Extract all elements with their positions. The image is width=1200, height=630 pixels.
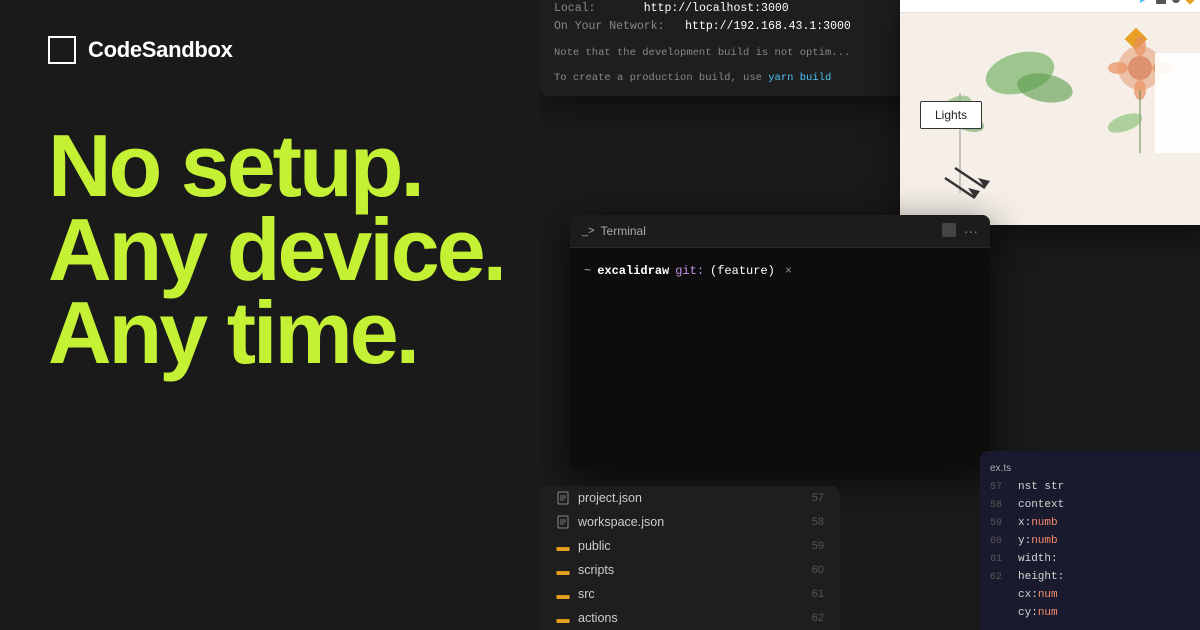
file-name: workspace.json — [578, 515, 664, 529]
terminal-body: ~ excalidraw git: (feature) × — [570, 248, 990, 468]
codesandbox-logo-icon — [48, 36, 76, 64]
stop-icon[interactable] — [1156, 0, 1166, 4]
dev-note2: To create a production build, use — [554, 72, 768, 84]
folder-icon: ▬ — [556, 587, 570, 601]
drawing-toolbar: → — [900, 0, 1200, 13]
logo-container: CodeSandbox — [48, 36, 552, 64]
brand-name: CodeSandbox — [88, 37, 233, 63]
terminal-expand-icon[interactable] — [942, 223, 956, 237]
prompt-git-label: git: — [675, 264, 704, 278]
prompt-dir: excalidraw — [597, 264, 669, 278]
network-url: http://192.168.43.1:3000 — [685, 20, 851, 33]
hero-line1: No setup. — [48, 124, 552, 208]
file-icon — [556, 491, 570, 505]
file-name: project.json — [578, 491, 642, 505]
folder-icon: ▬ — [556, 563, 570, 577]
dev-note1: Note that the development build is not o… — [554, 47, 850, 59]
folder-icon: ▬ — [556, 539, 570, 553]
folder-name: actions — [578, 611, 618, 625]
play-icon[interactable] — [1136, 0, 1150, 6]
code-line-61: 61 width: — [980, 550, 1200, 568]
code-line-58: 58 context — [980, 496, 1200, 514]
hero-text: No setup. Any device. Any time. — [48, 124, 552, 375]
right-section: Local: http://localhost:3000 On Your Net… — [540, 0, 1200, 630]
diamond-icon[interactable] — [1184, 0, 1195, 4]
terminal-window: _> Terminal ··· ~ excalidraw git: (featu… — [570, 215, 990, 468]
folder-name: scripts — [578, 563, 614, 577]
record-icon[interactable] — [1172, 0, 1180, 3]
code-line-62: 62 height: — [980, 568, 1200, 586]
code-line-cy: cy: num — [980, 604, 1200, 622]
drawing-app-window: → — [900, 0, 1200, 225]
terminal-title-text: Terminal — [601, 224, 646, 238]
file-explorer: project.json 57 workspace.json 58 ▬ publ… — [540, 486, 840, 630]
code-panel: ex.ts 57 nst str 58 context 59 x: numb 6… — [980, 451, 1200, 630]
network-label: On Your Network: — [554, 20, 664, 33]
local-label: Local: — [554, 2, 595, 15]
folder-item-actions[interactable]: ▬ actions 62 — [540, 606, 840, 630]
terminal-prompt-line: ~ excalidraw git: (feature) × — [584, 264, 976, 278]
terminal-title-bar: _> Terminal — [582, 224, 646, 238]
prompt-tilde: ~ — [584, 264, 591, 278]
terminal-titlebar: _> Terminal ··· — [570, 215, 990, 248]
folder-item-public[interactable]: ▬ public 59 — [540, 534, 840, 558]
code-line-59: 59 x: numb — [980, 514, 1200, 532]
folder-icon: ▬ — [556, 611, 570, 625]
folder-name: public — [578, 539, 611, 553]
terminal-controls: ··· — [942, 223, 978, 239]
code-line-60: 60 y: numb — [980, 532, 1200, 550]
file-icon — [556, 515, 570, 529]
lights-label: Lights — [920, 101, 982, 129]
folder-name: src — [578, 587, 595, 601]
toolbar-icons: → — [1136, 0, 1200, 6]
local-url: http://localhost:3000 — [644, 2, 789, 15]
terminal-more-icon[interactable]: ··· — [964, 223, 978, 239]
code-line-cx: cx: num — [980, 586, 1200, 604]
prompt-branch: (feature) — [710, 264, 775, 278]
file-item-project-json[interactable]: project.json 57 — [540, 486, 840, 510]
left-section: CodeSandbox No setup. Any device. Any ti… — [0, 0, 600, 630]
folder-item-src[interactable]: ▬ src 61 — [540, 582, 840, 606]
terminal-prompt-icon: _> — [582, 225, 595, 237]
prompt-x: × — [785, 264, 792, 278]
folder-item-scripts[interactable]: ▬ scripts 60 — [540, 558, 840, 582]
dev-server-window: Local: http://localhost:3000 On Your Net… — [540, 0, 960, 96]
hero-line3: Any time. — [48, 291, 552, 375]
dev-server-output: Local: http://localhost:3000 On Your Net… — [540, 0, 960, 96]
drawing-canvas: Lights — [900, 13, 1200, 225]
code-line-57: 57 nst str — [980, 478, 1200, 496]
yarn-build-cmd: yarn build — [768, 72, 831, 84]
code-filename: ex.ts — [980, 459, 1200, 478]
file-item-workspace-json[interactable]: workspace.json 58 — [540, 510, 840, 534]
hero-line2: Any device. — [48, 208, 552, 292]
